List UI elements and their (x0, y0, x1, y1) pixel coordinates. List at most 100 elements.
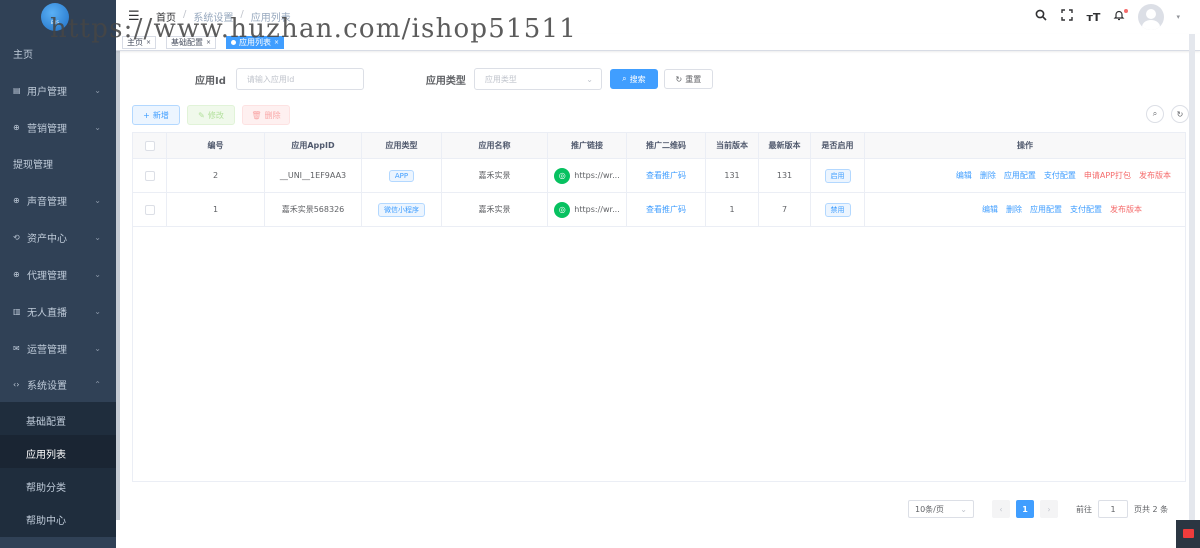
edit-link[interactable]: 编辑 (956, 170, 972, 181)
app-config-link[interactable]: 应用配置 (1004, 170, 1036, 181)
cell-latest-version: 7 (759, 193, 811, 226)
column-header: 是否启用 (811, 133, 865, 158)
sidebar-subitem[interactable]: 帮助分类 (0, 468, 116, 504)
sidebar-item-label: 主页 (13, 49, 33, 61)
apply-package-link[interactable]: 申请APP打包 (1084, 170, 1131, 181)
checkbox[interactable] (144, 170, 155, 181)
pay-config-link[interactable]: 支付配置 (1070, 204, 1102, 215)
view-qr-link[interactable]: 查看推广码 (627, 193, 706, 226)
delete-link[interactable]: 删除 (1006, 204, 1022, 215)
font-size-icon[interactable]: тT (1086, 11, 1101, 24)
sidebar-item[interactable]: ⟲ 资产中心 ⌄ (0, 219, 116, 255)
page-size-select[interactable]: 10条/页 ⌄ (908, 500, 974, 518)
fullscreen-icon[interactable] (1060, 9, 1074, 25)
promo-link[interactable]: https://wr... (574, 171, 619, 180)
row-actions: 编辑 删除 应用配置 支付配置 申请APP打包 发布版本 (865, 170, 1185, 181)
table-row[interactable]: 2 __UNI__1EF9AA3 APP 嘉禾实景 ◎ https://wr...… (133, 159, 1185, 193)
search-button-label: 搜索 (629, 74, 646, 84)
wechat-icon[interactable]: ◎ (554, 201, 571, 218)
publish-version-link[interactable]: 发布版本 (1110, 204, 1142, 215)
cell-id: 1 (167, 193, 265, 226)
sidebar-item[interactable]: ⊕ 代理管理 ⌄ (0, 256, 116, 292)
corner-widget[interactable] (1176, 520, 1200, 548)
cell-name: 嘉禾实景 (442, 159, 548, 192)
edit-button[interactable]: ✎ 修改 (187, 105, 235, 125)
sidebar-subitem[interactable]: 帮助中心 (0, 501, 116, 537)
publish-version-link[interactable]: 发布版本 (1139, 170, 1171, 181)
chevron-up-icon: ⌃ (94, 379, 101, 389)
row-select[interactable] (133, 159, 167, 192)
content-scrollbar[interactable] (1189, 34, 1195, 520)
pagination: 10条/页 ⌄ ‹ 1 › 前往 1 页共 2 条 (908, 500, 1168, 518)
refresh-button[interactable]: ↻ (1171, 105, 1189, 123)
column-header: 最新版本 (759, 133, 811, 158)
app-type-select[interactable]: 应用类型 ⌄ (473, 68, 602, 90)
app-id-input[interactable]: 请输入应用Id (235, 68, 364, 90)
checkbox[interactable] (144, 140, 155, 151)
cell-enabled: 启用 (811, 159, 865, 192)
cell-type: APP (362, 159, 442, 192)
chevron-down-icon: ⌄ (94, 269, 101, 279)
sidebar-item[interactable]: 提现管理 (0, 145, 116, 181)
row-select[interactable] (133, 193, 167, 226)
trash-icon: 🗑 (251, 110, 262, 120)
cell-link: ◎ https://wr... (548, 193, 627, 226)
chevron-down-icon[interactable]: ▾ (1176, 13, 1180, 21)
view-qr-link[interactable]: 查看推广码 (627, 159, 706, 192)
app-config-link[interactable]: 应用配置 (1030, 204, 1062, 215)
goto-page-input[interactable]: 1 (1098, 500, 1128, 518)
agent-icon: ⊕ (13, 269, 20, 279)
edit-link[interactable]: 编辑 (982, 204, 998, 215)
table-row[interactable]: 1 嘉禾实景568326 微信小程序 嘉禾实景 ◎ https://wr... 查… (133, 193, 1185, 227)
delete-link[interactable]: 删除 (980, 170, 996, 181)
chevron-down-icon: ⌄ (94, 85, 101, 95)
sidebar-item[interactable]: ‹› 系统设置 ⌃ (0, 366, 116, 402)
prev-page-button[interactable]: ‹ (992, 500, 1010, 518)
column-header: 推广链接 (548, 133, 627, 158)
checkbox[interactable] (144, 204, 155, 215)
sidebar-item[interactable]: ▥ 无人直播 ⌄ (0, 293, 116, 329)
avatar[interactable] (1138, 4, 1165, 30)
chevron-down-icon: ⌄ (94, 195, 101, 205)
sidebar-scrollbar[interactable] (116, 0, 120, 520)
sidebar-item[interactable]: ▤ 用户管理 ⌄ (0, 72, 116, 108)
code-icon: ‹› (13, 379, 20, 389)
cell-id: 2 (167, 159, 265, 192)
sidebar-subitem[interactable]: 基础配置 (0, 402, 116, 438)
edit-button-label: 修改 (207, 110, 224, 120)
sidebar-item[interactable]: ⊕ 营销管理 ⌄ (0, 109, 116, 145)
goto-page-value: 1 (1110, 504, 1116, 514)
next-page-button[interactable]: › (1040, 500, 1058, 518)
app-id-placeholder: 请输入应用Id (246, 74, 295, 84)
sidebar-item-label: 提现管理 (13, 159, 53, 171)
sidebar-item[interactable]: ⊕ 声音管理 ⌄ (0, 182, 116, 218)
asset-icon: ⟲ (13, 232, 20, 242)
promo-link[interactable]: https://wr... (574, 205, 619, 214)
sidebar-item[interactable]: ✉ 运营管理 ⌄ (0, 330, 116, 366)
sidebar-subitem-label: 帮助分类 (26, 482, 66, 494)
wechat-icon[interactable]: ◎ (554, 167, 571, 184)
cell-appid: 嘉禾实景568326 (265, 193, 362, 226)
search-icon[interactable] (1034, 9, 1048, 25)
add-button[interactable]: + 新增 (132, 105, 180, 125)
search-button[interactable]: ⌕ 搜索 (609, 69, 658, 89)
header-select-all[interactable] (133, 133, 167, 158)
cell-current-version: 131 (706, 159, 759, 192)
page-number[interactable]: 1 (1016, 500, 1034, 518)
reset-button-label: 重置 (685, 74, 702, 84)
chevron-down-icon: ⌄ (94, 232, 101, 242)
sidebar-subitem-label: 基础配置 (26, 416, 66, 428)
delete-button[interactable]: 🗑 删除 (242, 105, 290, 125)
app-table: 编号 应用AppID 应用类型 应用名称 推广链接 推广二维码 当前版本 最新版… (132, 132, 1186, 482)
cell-name: 嘉禾实景 (442, 193, 548, 226)
toggle-search-button[interactable]: ⌕ (1146, 105, 1164, 123)
notification-dot (1124, 9, 1129, 13)
sidebar-subitem-label: 应用列表 (26, 449, 66, 461)
cell-enabled: 禁用 (811, 193, 865, 226)
search-icon: ⌕ (1152, 109, 1158, 118)
bell-icon[interactable] (1112, 9, 1129, 25)
reset-button[interactable]: ↻ 重置 (663, 69, 713, 89)
pay-config-link[interactable]: 支付配置 (1044, 170, 1076, 181)
cell-appid: __UNI__1EF9AA3 (265, 159, 362, 192)
sidebar-subitem[interactable]: 应用列表 (0, 435, 116, 471)
